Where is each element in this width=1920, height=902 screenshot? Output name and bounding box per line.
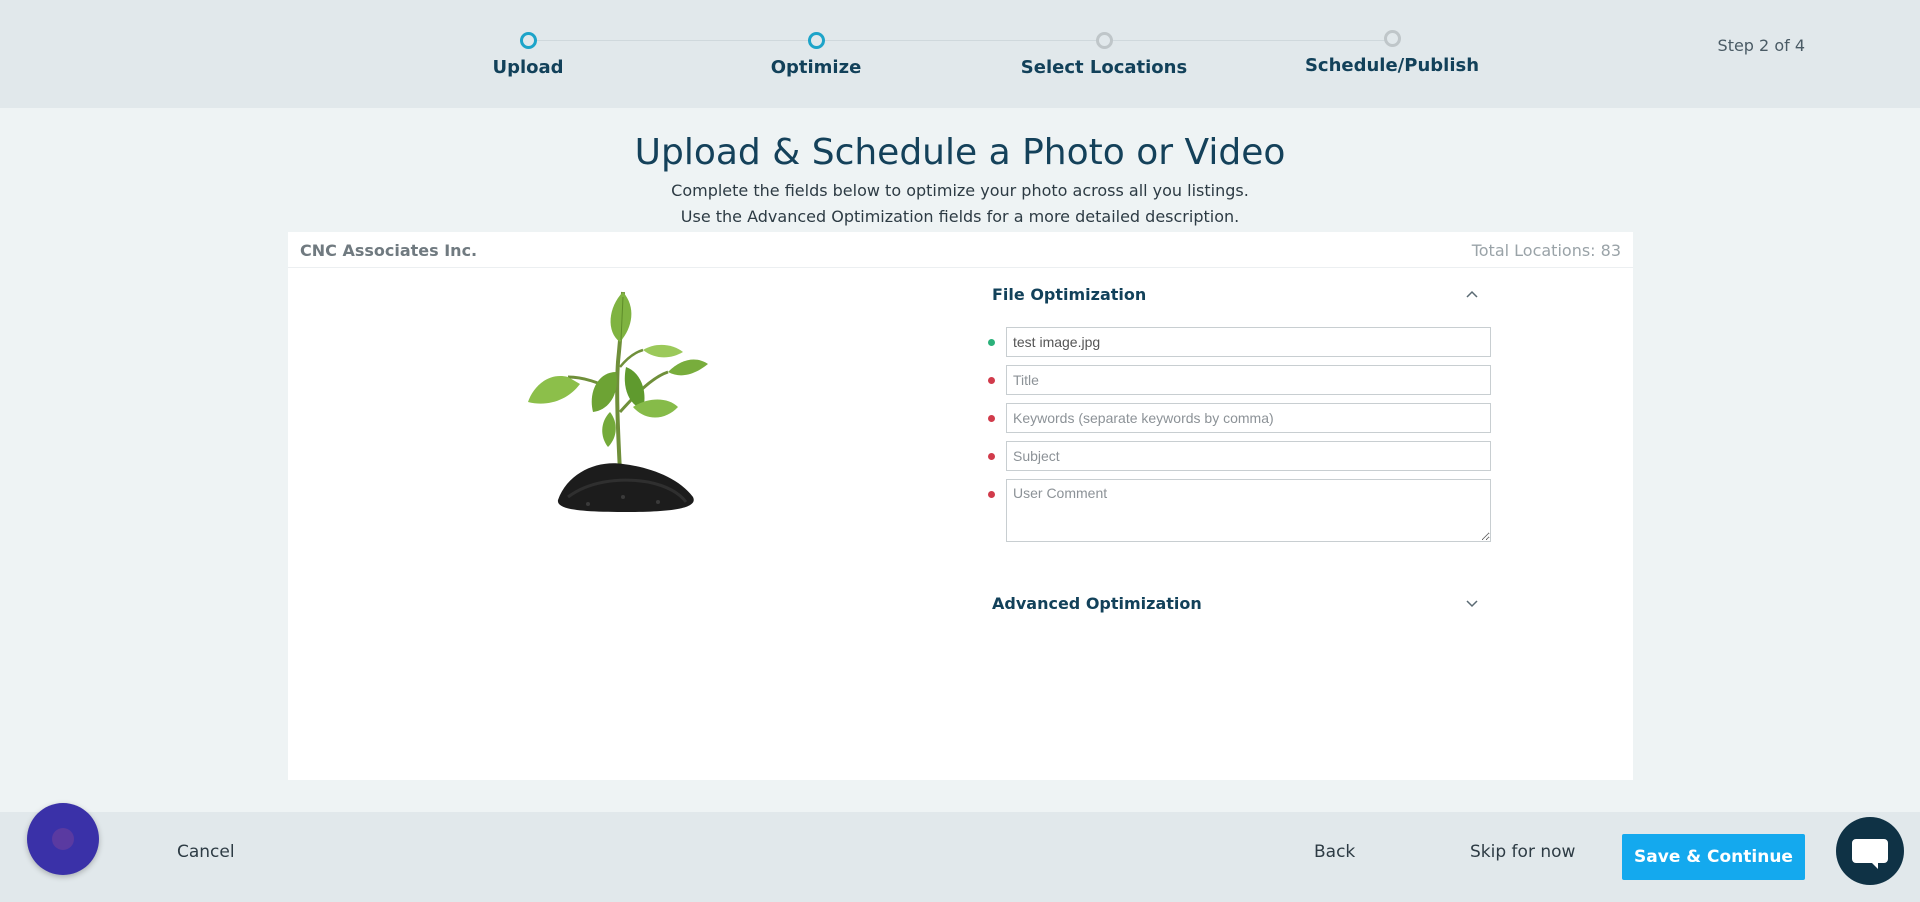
user-comment-textarea[interactable] bbox=[1006, 479, 1491, 542]
keywords-input[interactable] bbox=[1006, 403, 1491, 433]
step-select-locations[interactable]: Select Locations bbox=[1004, 30, 1204, 78]
file-optimization-header[interactable]: File Optimization bbox=[992, 282, 1482, 308]
valid-indicator-icon bbox=[988, 339, 995, 346]
chat-launcher-button[interactable] bbox=[1836, 817, 1904, 885]
step-label: Select Locations bbox=[1020, 57, 1188, 78]
company-name: CNC Associates Inc. bbox=[300, 241, 478, 260]
chat-icon bbox=[1852, 839, 1888, 869]
subject-input[interactable] bbox=[1006, 441, 1491, 471]
keywords-row bbox=[988, 403, 1508, 433]
back-button[interactable]: Back bbox=[1314, 842, 1355, 862]
card-header: CNC Associates Inc. Total Locations: 83 bbox=[288, 232, 1633, 268]
skip-button[interactable]: Skip for now bbox=[1470, 842, 1575, 862]
footer-bar: Cancel Back Skip for now Save & Continue bbox=[0, 812, 1920, 902]
save-continue-button[interactable]: Save & Continue bbox=[1622, 834, 1805, 880]
step-counter: Step 2 of 4 bbox=[1717, 36, 1805, 55]
step-indicator-icon bbox=[1383, 30, 1401, 47]
subject-row bbox=[988, 441, 1508, 471]
filename-input[interactable] bbox=[1006, 327, 1491, 357]
chevron-down-icon[interactable] bbox=[1462, 593, 1482, 613]
page-subtitle: Use the Advanced Optimization fields for… bbox=[680, 207, 1240, 226]
step-schedule-publish[interactable]: Schedule/Publish bbox=[1292, 28, 1492, 76]
chevron-up-icon[interactable] bbox=[1462, 284, 1482, 304]
assistant-icon bbox=[52, 828, 74, 850]
comment-row bbox=[988, 479, 1508, 543]
step-indicator-icon bbox=[519, 32, 537, 49]
progress-header: Upload Optimize Select Locations Schedul… bbox=[0, 0, 1920, 108]
required-indicator-icon bbox=[988, 415, 995, 422]
page-subtitle: Complete the fields below to optimize yo… bbox=[671, 181, 1249, 200]
section-title: Advanced Optimization bbox=[992, 594, 1202, 613]
optimization-card: CNC Associates Inc. Total Locations: 83 … bbox=[288, 232, 1633, 780]
step-indicator-icon bbox=[1095, 32, 1113, 49]
step-optimize[interactable]: Optimize bbox=[716, 30, 916, 78]
section-title: File Optimization bbox=[992, 285, 1147, 304]
title-row bbox=[988, 365, 1508, 395]
page-title: Upload & Schedule a Photo or Video bbox=[634, 132, 1286, 173]
required-indicator-icon bbox=[988, 491, 995, 498]
step-upload[interactable]: Upload bbox=[428, 30, 628, 78]
step-label: Upload bbox=[492, 57, 564, 78]
total-locations: Total Locations: 83 bbox=[1471, 241, 1621, 260]
advanced-optimization-header[interactable]: Advanced Optimization bbox=[992, 591, 1482, 617]
step-indicator-icon bbox=[807, 32, 825, 49]
filename-row bbox=[988, 327, 1508, 357]
required-indicator-icon bbox=[988, 453, 995, 460]
assistant-launcher-button[interactable] bbox=[27, 803, 99, 875]
required-indicator-icon bbox=[988, 377, 995, 384]
step-label: Optimize bbox=[770, 57, 862, 78]
uploaded-image-preview bbox=[528, 291, 708, 512]
title-input[interactable] bbox=[1006, 365, 1491, 395]
step-label: Schedule/Publish bbox=[1304, 55, 1480, 76]
cancel-button[interactable]: Cancel bbox=[177, 842, 235, 862]
stepper: Upload Optimize Select Locations Schedul… bbox=[0, 0, 1920, 108]
